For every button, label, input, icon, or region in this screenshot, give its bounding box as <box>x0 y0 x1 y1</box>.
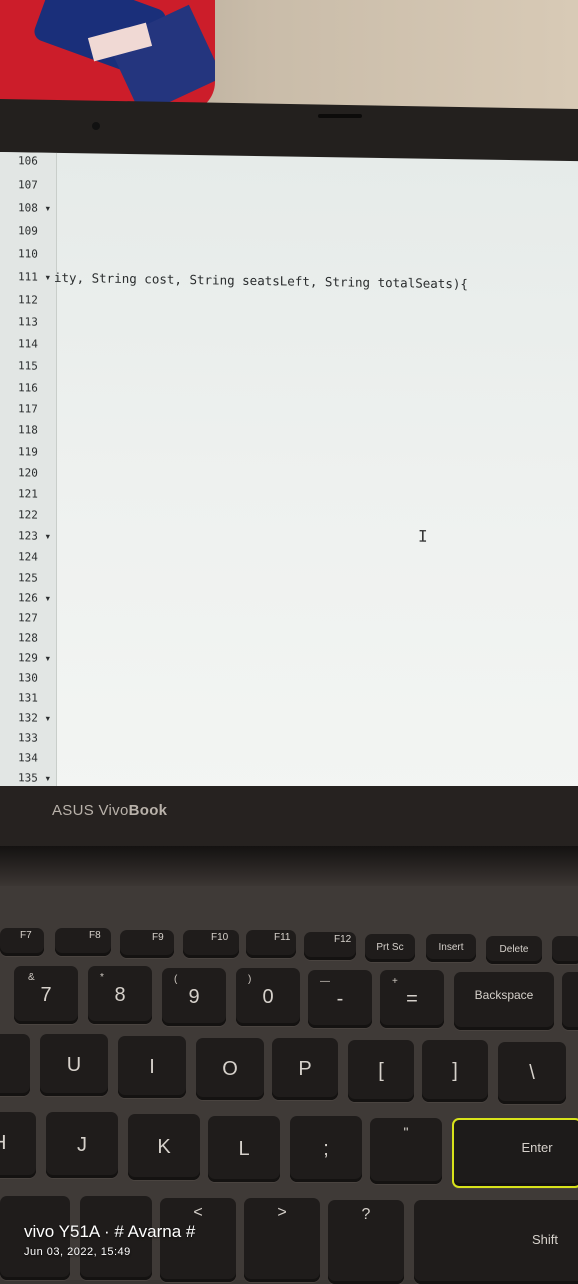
key-left-bracket[interactable]: [ <box>348 1040 414 1102</box>
key-insert[interactable]: Insert <box>426 934 476 962</box>
key-right-shift[interactable]: Shift <box>414 1200 578 1284</box>
key-f9[interactable]: F9 <box>120 930 174 958</box>
key-edge-right[interactable] <box>562 972 578 1030</box>
key-delete[interactable]: Delete <box>486 936 542 964</box>
line-number: 131 <box>18 691 38 705</box>
line-number: 112 <box>18 293 38 307</box>
key-u[interactable]: U <box>40 1034 108 1096</box>
line-number: 111 ▾ <box>18 270 52 284</box>
key-f10[interactable]: F10 <box>183 930 239 958</box>
line-number: 126 ▾ <box>18 591 52 605</box>
text-cursor-icon: I <box>418 526 428 546</box>
photo-tag: · # Avarna # <box>104 1222 196 1241</box>
line-number: 134 <box>18 751 38 765</box>
laptop-hinge <box>0 846 578 886</box>
key-slash[interactable]: ? <box>328 1200 404 1284</box>
line-number: 135 ▾ <box>18 771 52 785</box>
key-y[interactable] <box>0 1034 30 1096</box>
webcam-shutter <box>318 114 362 118</box>
key-7[interactable]: & 7 <box>14 966 78 1024</box>
key-o[interactable]: O <box>196 1038 264 1100</box>
key-backspace[interactable]: Backspace <box>454 972 554 1030</box>
key-backslash[interactable]: \ <box>498 1042 566 1104</box>
line-number: 123 ▾ <box>18 529 52 543</box>
line-number: 106 <box>18 154 38 168</box>
line-number: 107 <box>18 178 38 192</box>
webcam-icon <box>92 122 100 130</box>
key-9[interactable]: (9 <box>162 968 226 1026</box>
key-f12[interactable]: F12 <box>304 932 356 960</box>
key-f7[interactable]: F7 <box>0 928 44 956</box>
key-j[interactable]: J <box>46 1112 118 1178</box>
line-number: 132 ▾ <box>18 711 52 725</box>
line-number: 129 ▾ <box>18 651 52 665</box>
key-period[interactable]: > <box>244 1198 320 1282</box>
line-number: 116 <box>18 381 38 395</box>
line-number: 130 <box>18 671 38 685</box>
line-number: 110 <box>18 247 38 261</box>
code-line-111[interactable]: ity, String cost, String seatsLeft, Stri… <box>54 270 468 292</box>
key-equals[interactable]: + = <box>380 970 444 1028</box>
device-name: vivo Y51A <box>24 1222 100 1241</box>
photo-watermark: vivo Y51A · # Avarna # Jun 03, 2022, 15:… <box>24 1222 195 1258</box>
line-number: 120 <box>18 466 38 480</box>
line-number: 114 <box>18 337 38 351</box>
line-number: 128 <box>18 631 38 645</box>
line-number: 124 <box>18 550 38 564</box>
photo-timestamp: Jun 03, 2022, 15:49 <box>24 1246 131 1258</box>
key-l[interactable]: L <box>208 1116 280 1182</box>
line-number: 117 <box>18 402 38 416</box>
key-quote[interactable]: " <box>370 1118 442 1184</box>
laptop-brand-logo: ASUS VivoBook <box>52 802 168 819</box>
key-f11[interactable]: F11 <box>246 930 296 958</box>
line-number: 122 <box>18 508 38 522</box>
key-p[interactable]: P <box>272 1038 338 1100</box>
fabric-cushion <box>0 0 215 112</box>
line-number: 127 <box>18 611 38 625</box>
line-number: 118 <box>18 423 38 437</box>
key-8[interactable]: * 8 <box>88 966 152 1024</box>
laptop-screen: 106 107 108 ▾ 109 110 111 ▾ 112 113 114 115 116 117… <box>0 152 578 808</box>
line-number: 108 ▾ <box>18 201 52 215</box>
key-semicolon[interactable]: ; <box>290 1116 362 1182</box>
key-print-screen[interactable]: Prt Sc <box>365 934 415 962</box>
line-number: 113 <box>18 315 38 329</box>
line-number: 125 <box>18 571 38 585</box>
key-right-bracket[interactable]: ] <box>422 1040 488 1102</box>
line-number: 115 <box>18 359 38 373</box>
key-power[interactable] <box>552 936 578 964</box>
key-i[interactable]: I <box>118 1036 186 1098</box>
line-number: 119 <box>18 445 38 459</box>
key-0[interactable]: ) 0 <box>236 968 300 1026</box>
line-number: 109 <box>18 224 38 238</box>
key-h[interactable]: H <box>0 1112 36 1178</box>
line-number: 133 <box>18 731 38 745</box>
key-enter[interactable]: Enter <box>452 1118 578 1188</box>
line-number: 121 <box>18 487 38 501</box>
key-f8[interactable]: F8 <box>55 928 111 956</box>
key-k[interactable]: K <box>128 1114 200 1180</box>
key-minus[interactable]: — - <box>308 970 372 1028</box>
